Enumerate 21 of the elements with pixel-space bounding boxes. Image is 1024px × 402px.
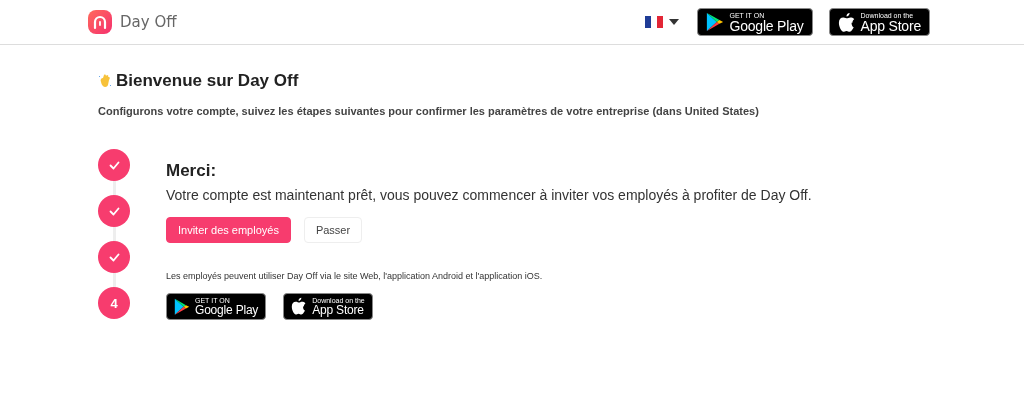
brand-name: Day Off	[120, 13, 177, 31]
apple-icon	[291, 297, 308, 316]
message-text: Votre compte est maintenant prêt, vous pouvez commencer à inviter vos employés à profiter de Day Off.	[166, 187, 812, 203]
play-store-icon	[174, 297, 190, 316]
note-text: Les employés peuvent utiliser Day Off via le site Web, l'application Android et l'application iOS.	[166, 271, 544, 281]
page-title: Bienvenue sur Day Off	[116, 71, 299, 91]
check-icon	[108, 206, 120, 216]
check-icon	[108, 252, 120, 262]
page-subtitle: Configurons votre compte, suivez les étapes suivantes pour confirmer les paramètres de votre entreprise (dans United States)	[98, 105, 760, 117]
skip-button[interactable]: Passer	[303, 217, 363, 243]
step-indicator: 4	[98, 287, 130, 319]
check-icon	[108, 160, 120, 170]
play-store-icon	[706, 12, 725, 32]
apple-icon	[837, 11, 856, 33]
language-selector[interactable]	[645, 16, 680, 28]
flag-icon	[645, 16, 664, 28]
logo-icon	[88, 10, 112, 34]
caret-icon	[669, 19, 680, 25]
invite-button[interactable]: Inviter des employés	[166, 217, 291, 243]
waving-hand-icon	[98, 73, 112, 89]
section-heading: Merci:	[166, 161, 218, 181]
